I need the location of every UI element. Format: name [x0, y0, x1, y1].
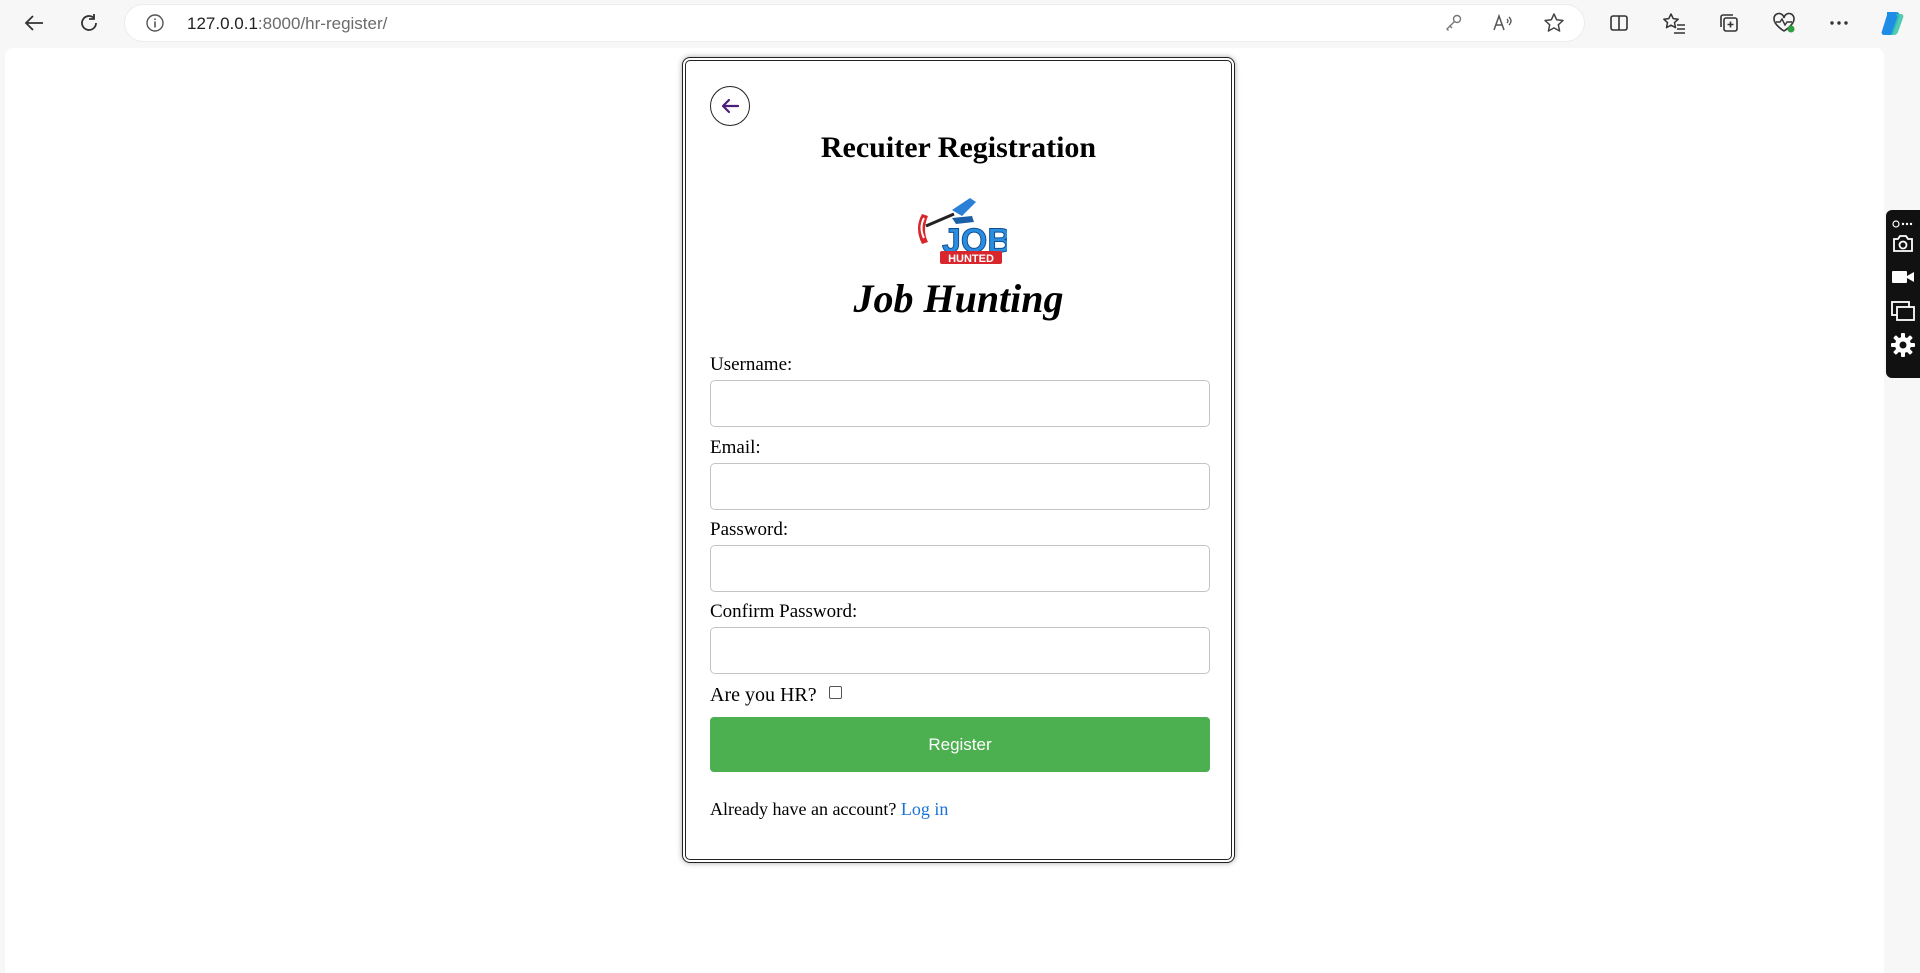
confirm-password-label: Confirm Password: [710, 601, 858, 622]
toolbar-handle[interactable] [1892, 214, 1914, 228]
more-icon[interactable] [1822, 6, 1856, 40]
key-icon[interactable] [1443, 12, 1465, 34]
registration-card: Recuiter Registration JOB HUNTED Job Hun… [682, 57, 1235, 863]
favorites-icon[interactable] [1657, 6, 1691, 40]
email-input[interactable] [710, 463, 1210, 510]
capture-side-toolbar [1886, 210, 1920, 378]
username-label: Username: [710, 354, 793, 375]
back-button[interactable] [710, 86, 750, 126]
camera-icon[interactable] [1890, 230, 1916, 256]
hr-checkbox[interactable] [828, 686, 842, 699]
video-icon[interactable] [1890, 264, 1916, 290]
collections-icon[interactable] [1712, 6, 1746, 40]
split-screen-icon[interactable] [1602, 6, 1636, 40]
info-icon[interactable] [145, 13, 165, 33]
hr-question-row: Are you HR? [710, 684, 842, 707]
hr-question-label: Are you HR? [710, 684, 817, 706]
browser-toolbar: 127.0.0.1:8000/hr-register/ [0, 0, 1920, 45]
login-prompt-text: Already have an account? [710, 799, 897, 819]
refresh-icon[interactable] [72, 6, 106, 40]
email-label: Email: [710, 437, 761, 458]
confirm-password-input[interactable] [710, 627, 1210, 674]
register-button[interactable]: Register [710, 717, 1210, 772]
login-prompt-line: Already have an account? Log in [710, 799, 948, 820]
settings-icon[interactable] [1890, 332, 1916, 358]
url-path: :8000/hr-register/ [257, 14, 388, 33]
back-arrow-icon[interactable] [17, 6, 51, 40]
page-title: Recuiter Registration [820, 131, 1097, 164]
read-aloud-icon[interactable] [1492, 12, 1514, 34]
star-icon[interactable] [1543, 12, 1565, 34]
arrow-left-icon [721, 98, 740, 114]
heart-pulse-icon[interactable] [1767, 6, 1801, 40]
login-link[interactable]: Log in [901, 799, 949, 819]
copilot-icon[interactable] [1876, 6, 1910, 40]
url-host: 127.0.0.1 [187, 14, 258, 33]
password-input[interactable] [710, 545, 1210, 592]
window-icon[interactable] [1890, 298, 1916, 324]
job-hunting-logo: JOB HUNTED [912, 194, 1012, 268]
password-label: Password: [710, 519, 789, 540]
url-text[interactable]: 127.0.0.1:8000/hr-register/ [187, 14, 387, 34]
username-input[interactable] [710, 380, 1210, 427]
address-bar[interactable]: 127.0.0.1:8000/hr-register/ [125, 5, 1584, 41]
brand-name: Job Hunting [853, 276, 1064, 321]
logo-subtext: HUNTED [948, 253, 994, 265]
